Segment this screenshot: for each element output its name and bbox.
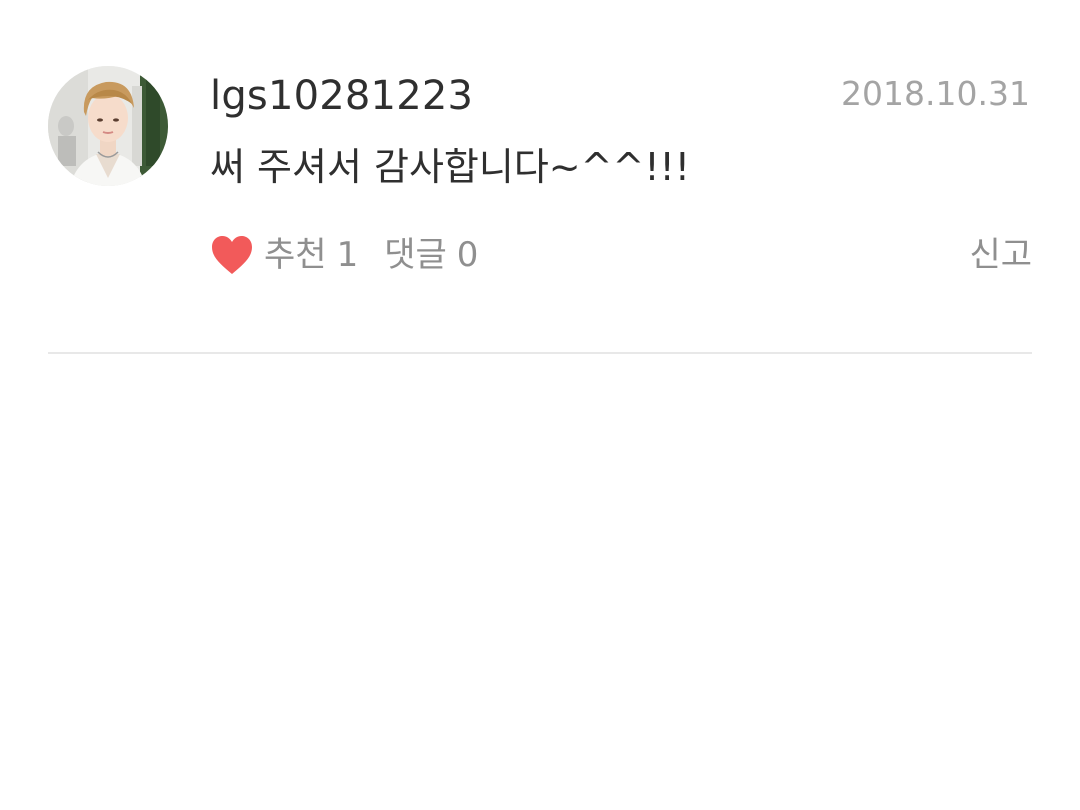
reply-count: 0 — [456, 235, 479, 275]
like-label: 추천 — [264, 235, 327, 275]
comment-date: 2018.10.31 — [841, 74, 1030, 113]
profile-photo-icon — [48, 66, 168, 186]
reply-label: 댓글 — [384, 235, 447, 275]
avatar[interactable] — [48, 66, 168, 186]
comment-actions: 추천 1 댓글 0 — [210, 230, 478, 280]
reply-button[interactable]: 댓글 0 — [384, 230, 478, 280]
like-count: 1 — [336, 235, 359, 275]
report-button[interactable]: 신고 — [969, 230, 1032, 280]
username[interactable]: lgs10281223 — [210, 72, 473, 120]
comment-text: 써 주셔서 감사합니다~^^!!! — [210, 145, 691, 189]
divider — [48, 352, 1032, 354]
heart-icon — [212, 236, 252, 274]
comment-item: lgs10281223 2018.10.31 써 주셔서 감사합니다~^^!!!… — [48, 66, 1032, 354]
like-button[interactable]: 추천 1 — [210, 230, 358, 280]
